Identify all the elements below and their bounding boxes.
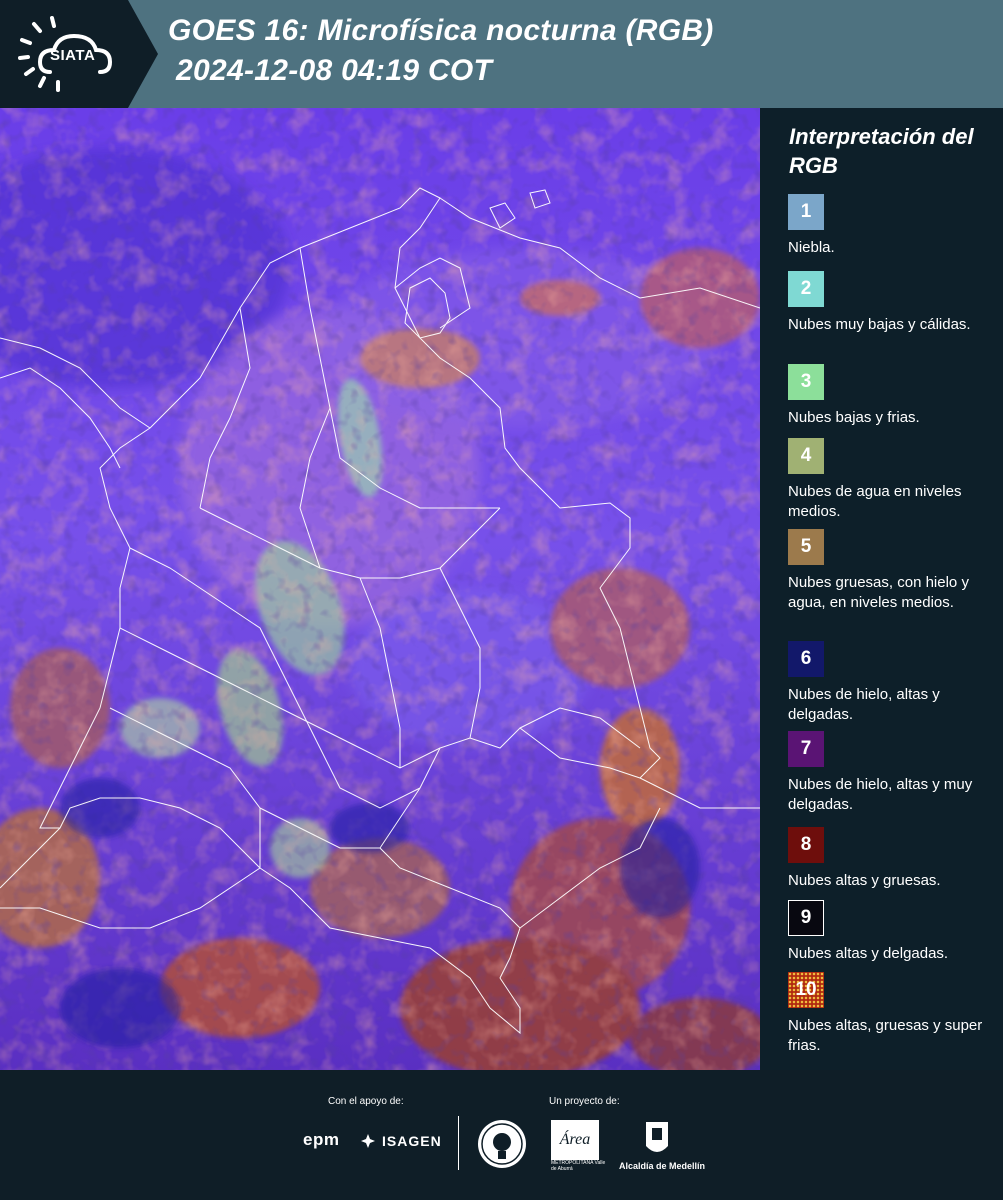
legend-number: 8 [800, 834, 812, 855]
isagen-logo[interactable]: ISAGEN [362, 1133, 442, 1149]
legend-swatch-10: 10 [788, 972, 824, 1008]
legend-swatch-1: 1 [788, 194, 824, 230]
satellite-rgb-image [0, 108, 760, 1070]
area-metropolitana-subtitle: METROPOLITANA Valle de Aburrá [551, 1160, 606, 1172]
area-logo-text: Área [559, 1129, 591, 1148]
legend-swatch-6: 6 [788, 641, 824, 677]
support-label: Con el apoyo de: [328, 1096, 404, 1107]
footer-divider [458, 1116, 459, 1170]
legend-label: Nubes muy bajas y cálidas. [788, 316, 971, 333]
legend-number: 1 [800, 201, 812, 222]
medellin-crest-icon[interactable] [644, 1120, 670, 1158]
timestamp-title: 2024-12-08 04:19 COT [176, 54, 493, 87]
legend-swatch-9: 9 [788, 900, 824, 936]
legend-number: 2 [800, 278, 812, 299]
siata-seal-icon[interactable] [476, 1118, 528, 1170]
legend-swatch-2: 2 [788, 271, 824, 307]
legend-label: Nubes altas y gruesas. [788, 872, 941, 889]
legend-number: 5 [800, 536, 812, 557]
legend-item-5: 5 Nubes gruesas, con hielo y agua, en ni… [788, 529, 998, 613]
page-title: GOES 16: Microfísica nocturna (RGB) [168, 14, 714, 47]
siata-logo-text: SIATA [50, 47, 96, 64]
legend-item-1: 1 Niebla. [788, 194, 998, 258]
legend-label: Nubes altas, gruesas y super frias. [788, 1017, 983, 1054]
legend-item-10: 10 Nubes altas, gruesas y super frias. [788, 972, 998, 1056]
legend-label: Nubes gruesas, con hielo y agua, en nive… [788, 574, 969, 611]
legend-item-2: 2 Nubes muy bajas y cálidas. [788, 271, 998, 335]
legend-label: Nubes de hielo, altas y muy delgadas. [788, 776, 973, 813]
legend-item-9: 9 Nubes altas y delgadas. [788, 900, 998, 964]
legend-label: Nubes de hielo, altas y delgadas. [788, 686, 940, 723]
legend-number: 9 [800, 907, 812, 928]
legend-swatch-3: 3 [788, 364, 824, 400]
legend-label: Niebla. [788, 239, 835, 256]
legend-label: Nubes de agua en niveles medios. [788, 483, 962, 520]
legend-item-3: 3 Nubes bajas y frias. [788, 364, 998, 428]
legend-label: Nubes altas y delgadas. [788, 945, 949, 962]
project-label: Un proyecto de: [549, 1096, 620, 1107]
legend-number: 4 [800, 445, 812, 466]
footer: Con el apoyo de: Un proyecto de: epm ISA… [0, 1070, 1003, 1200]
legend-item-6: 6 Nubes de hielo, altas y delgadas. [788, 641, 998, 725]
legend-swatch-8: 8 [788, 827, 824, 863]
legend-swatch-7: 7 [788, 731, 824, 767]
siata-logo[interactable]: SIATA [0, 0, 158, 108]
alcaldia-medellin-logo: Alcaldía de Medellín [618, 1161, 706, 1171]
legend-item-8: 8 Nubes altas y gruesas. [788, 827, 998, 891]
legend-swatch-5: 5 [788, 529, 824, 565]
legend-title: Interpretación del RGB [789, 124, 974, 178]
header-bar: SIATA GOES 16: Microfísica nocturna (RGB… [0, 0, 1003, 108]
isagen-text: ISAGEN [382, 1133, 442, 1149]
legend-number: 6 [800, 648, 812, 669]
legend-label: Nubes bajas y frias. [788, 409, 920, 426]
legend-item-7: 7 Nubes de hielo, altas y muy delgadas. [788, 731, 998, 815]
rgb-legend: Interpretación del RGB 1 Niebla. 2 Nubes… [760, 108, 1003, 1070]
legend-number: 3 [800, 371, 812, 392]
satellite-map[interactable] [0, 108, 760, 1070]
epm-logo[interactable]: epm [303, 1130, 339, 1150]
legend-item-4: 4 Nubes de agua en niveles medios. [788, 438, 998, 522]
legend-number: 10 [795, 979, 817, 1000]
legend-swatch-4: 4 [788, 438, 824, 474]
legend-number: 7 [800, 738, 812, 759]
